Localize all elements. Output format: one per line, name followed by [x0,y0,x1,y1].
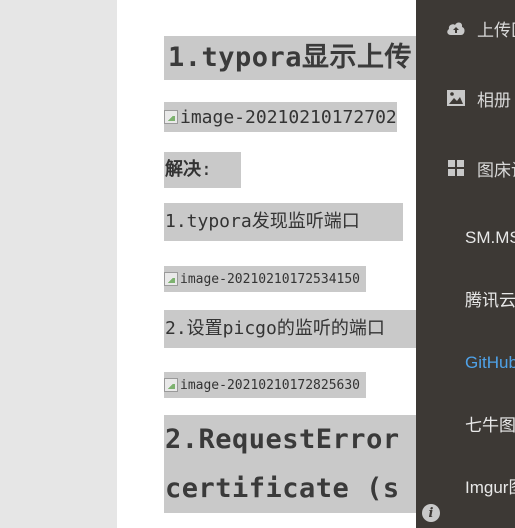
solution-text: 解决 [165,159,201,180]
sidebar-item-image-host-settings[interactable]: 图床设置 [416,156,515,181]
heading-request-error-line2: certificate (s [164,465,417,513]
sidebar-item-upload[interactable]: 上传区 [416,16,515,41]
step-1-text: 1.typora发现监听端口 [164,203,403,241]
step-1-label: 1.typora发现监听端口 [165,211,360,232]
sidebar-item-label: 相册 [477,90,511,111]
image-alt-text: image-20210210172825630 [180,377,361,393]
heading-text: 2.RequestError [165,424,400,455]
broken-image-3: image-20210210172825630 [164,372,366,398]
submenu-github[interactable]: GitHub图床 [465,348,515,373]
broken-image-2: image-20210210172534150 [164,266,366,292]
broken-image-icon [164,272,178,286]
sidebar-item-label: 图床设置 [477,160,515,181]
solution-label: 解决: [164,152,241,188]
sidebar-item-label: 上传区 [477,20,515,41]
sidebar-item-album[interactable]: 相册 [416,86,515,111]
broken-image-1: image-20210210172702 [164,102,397,132]
solution-colon: : [201,159,212,180]
grid-icon [445,157,467,179]
step-2-text: 2.设置picgo的监听的端口 [164,310,417,348]
image-alt-text: image-20210210172534150 [180,271,361,287]
submenu-smms[interactable]: SM.MS图床 [465,223,515,248]
markdown-document: 1.typora显示上传 image-20210210172702 解决: 1.… [117,0,417,528]
cloud-upload-icon [445,17,467,39]
heading-text: certificate (s [165,473,400,504]
submenu-tencent-cos[interactable]: 腾讯云COS [465,286,515,311]
submenu-imgur[interactable]: Imgur图床 [465,473,515,498]
heading-request-error-line1: 2.RequestError [164,415,417,465]
picgo-sidebar: 上传区 相册 图床设置 SM.MS图床 腾讯云COS GitHub图床 七牛图床… [416,0,515,528]
heading-text: 1.typora显示上传 [168,42,413,73]
step-2-label: 2.设置picgo的监听的端口 [165,318,385,339]
image-icon [445,87,467,109]
image-alt-text: image-20210210172702 [180,106,397,128]
info-icon[interactable]: i [422,504,440,522]
heading-typora-upload: 1.typora显示上传 [164,36,417,80]
broken-image-icon [164,378,178,392]
submenu-qiniu[interactable]: 七牛图床 [465,411,515,436]
broken-image-icon [164,110,178,124]
